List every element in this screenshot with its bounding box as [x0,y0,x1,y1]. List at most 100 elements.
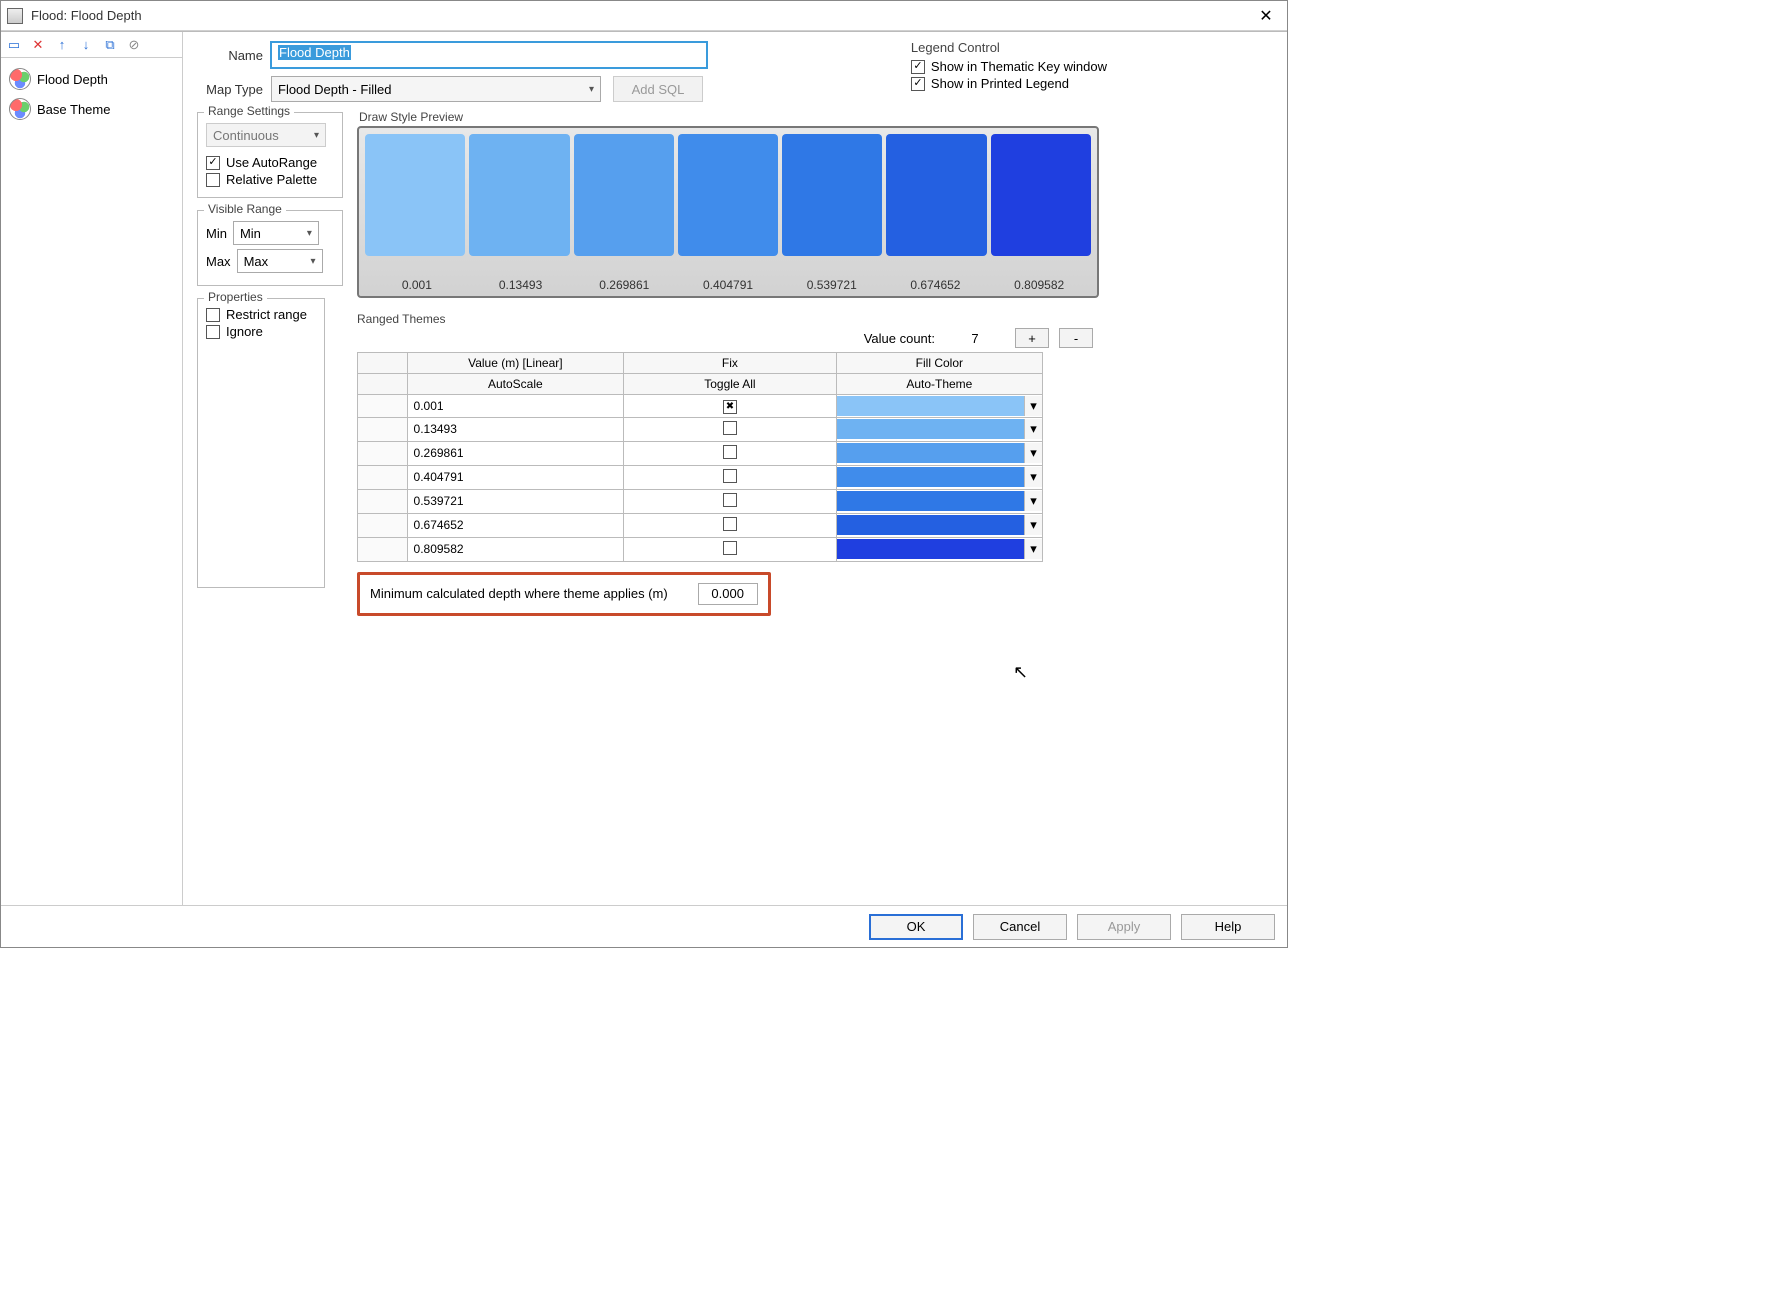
value-count: 7 [945,331,1005,346]
value-count-plus-button[interactable]: + [1015,328,1049,348]
fill-cell[interactable]: ▾ [836,395,1042,418]
ignore-checkbox[interactable] [206,325,220,339]
value-cell[interactable]: 0.13493 [407,417,624,441]
value-cell[interactable]: 0.674652 [407,513,624,537]
row-header[interactable] [358,489,408,513]
fill-color-swatch[interactable] [837,419,1024,439]
preview-tick: 0.269861 [572,278,676,292]
fill-color-swatch[interactable] [837,396,1024,416]
table-row: 0.13493 ▾ [358,417,1043,441]
fill-color-swatch[interactable] [837,515,1024,535]
theme-tree: Flood Depth Base Theme [1,58,182,130]
row-header[interactable] [358,417,408,441]
fill-color-swatch[interactable] [837,467,1024,487]
fill-color-dropdown[interactable]: ▾ [1024,539,1042,559]
fill-cell[interactable]: ▾ [836,465,1042,489]
value-count-minus-button[interactable]: - [1059,328,1093,348]
fix-checkbox[interactable] [723,445,737,459]
row-header[interactable] [358,465,408,489]
help-button[interactable]: Help [1181,914,1275,940]
fill-color-swatch[interactable] [837,491,1024,511]
table-row: 0.269861 ▾ [358,441,1043,465]
fill-cell[interactable]: ▾ [836,513,1042,537]
fill-cell[interactable]: ▾ [836,537,1042,561]
fix-cell[interactable] [624,465,837,489]
tree-item-base-theme[interactable]: Base Theme [5,94,178,124]
add-sql-button: Add SQL [613,76,703,102]
maptype-label: Map Type [197,82,263,97]
value-cell[interactable]: 0.001 [407,395,624,418]
fill-color-dropdown[interactable]: ▾ [1024,515,1042,535]
maptype-select[interactable]: Flood Depth - Filled▾ [271,76,601,102]
ranged-themes-box: Value count: 7 + - Value (m) [Linear] Fi… [357,328,1099,620]
col-fix: Fix [624,353,837,374]
titlebar: Flood: Flood Depth ✕ [1,1,1287,31]
fill-color-dropdown[interactable]: ▾ [1024,396,1042,416]
preview-swatch [782,134,882,256]
visible-range-group: Visible Range MinMin▾ MaxMax▾ [197,210,343,286]
fill-color-swatch[interactable] [837,443,1024,463]
fill-color-swatch[interactable] [837,539,1024,559]
value-cell[interactable]: 0.539721 [407,489,624,513]
toggle-all-button[interactable]: Toggle All [624,374,837,395]
fix-cell[interactable] [624,489,837,513]
relative-palette-checkbox[interactable] [206,173,220,187]
move-down-icon[interactable]: ↓ [77,36,95,54]
row-header[interactable] [358,395,408,418]
row-header[interactable] [358,537,408,561]
row-header[interactable] [358,441,408,465]
name-label: Name [197,48,263,63]
reset-icon[interactable]: ⊘ [125,36,143,54]
show-thematic-checkbox[interactable] [911,60,925,74]
value-cell[interactable]: 0.404791 [407,465,624,489]
fill-color-dropdown[interactable]: ▾ [1024,491,1042,511]
tree-item-flood-depth[interactable]: Flood Depth [5,64,178,94]
fill-cell[interactable]: ▾ [836,417,1042,441]
preview-swatch [886,134,986,256]
layers-icon[interactable]: ▭ [5,36,23,54]
delete-icon[interactable]: ✕ [29,36,47,54]
row-header[interactable] [358,513,408,537]
move-up-icon[interactable]: ↑ [53,36,71,54]
fix-checkbox[interactable] [723,517,737,531]
fix-checkbox[interactable] [723,493,737,507]
name-input[interactable]: Flood Depth [271,42,707,68]
copy-icon[interactable]: ⧉ [101,36,119,54]
max-select[interactable]: Max▾ [237,249,323,273]
preview-title: Draw Style Preview [359,110,1099,124]
fix-cell[interactable] [624,441,837,465]
fix-cell[interactable] [624,395,837,418]
fix-cell[interactable] [624,513,837,537]
fix-checkbox[interactable] [723,541,737,555]
table-row: 0.539721 ▾ [358,489,1043,513]
fill-color-dropdown[interactable]: ▾ [1024,443,1042,463]
fix-checkbox[interactable] [723,469,737,483]
min-depth-input[interactable] [698,583,758,605]
fix-checkbox[interactable] [723,421,737,435]
show-printed-checkbox[interactable] [911,77,925,91]
window-title: Flood: Flood Depth [31,8,1251,23]
ok-button[interactable]: OK [869,914,963,940]
fix-cell[interactable] [624,417,837,441]
auto-theme-button[interactable]: Auto-Theme [836,374,1042,395]
restrict-range-checkbox[interactable] [206,308,220,322]
apply-button: Apply [1077,914,1171,940]
cancel-button[interactable]: Cancel [973,914,1067,940]
value-cell[interactable]: 0.269861 [407,441,624,465]
close-icon[interactable]: ✕ [1251,6,1281,26]
autorange-checkbox[interactable] [206,156,220,170]
fill-color-dropdown[interactable]: ▾ [1024,467,1042,487]
ranged-themes-table: Value (m) [Linear] Fix Fill Color AutoSc… [357,352,1043,562]
legend-control: Legend Control Show in Thematic Key wind… [911,40,1107,93]
ignore-label: Ignore [226,324,263,339]
min-select[interactable]: Min▾ [233,221,319,245]
autoscale-button[interactable]: AutoScale [407,374,624,395]
preview-tick: 0.404791 [676,278,780,292]
theme-icon [9,98,31,120]
fill-cell[interactable]: ▾ [836,489,1042,513]
fix-cell[interactable] [624,537,837,561]
fill-cell[interactable]: ▾ [836,441,1042,465]
fix-checkbox[interactable] [723,400,737,414]
fill-color-dropdown[interactable]: ▾ [1024,419,1042,439]
value-cell[interactable]: 0.809582 [407,537,624,561]
